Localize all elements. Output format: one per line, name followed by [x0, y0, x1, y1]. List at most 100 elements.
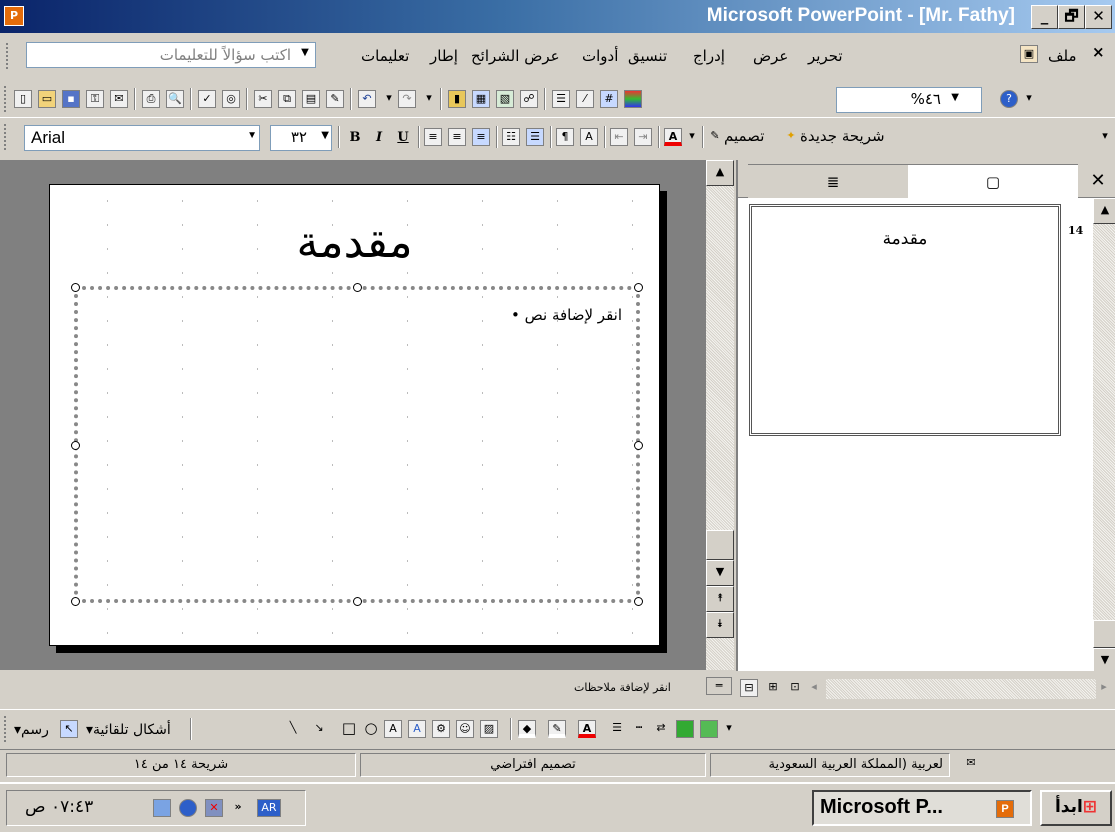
insert-hyperlink-icon[interactable]: ☍ — [520, 90, 538, 108]
numbering-icon[interactable]: ☷ — [502, 128, 520, 146]
cut-icon[interactable]: ✂ — [254, 90, 272, 108]
slide-title[interactable]: مقدمة — [50, 217, 659, 268]
rtl-direction-icon[interactable]: ¶ — [556, 128, 574, 146]
expand-all-icon[interactable]: ☰ — [552, 90, 570, 108]
slide-sorter-icon[interactable]: ⊞ — [764, 679, 782, 697]
chevron-right-icon[interactable]: » — [229, 799, 247, 817]
font-select[interactable]: Arial ▼ — [24, 125, 260, 151]
slide-thumbnail[interactable]: مقدمة — [749, 204, 1061, 436]
spelling-status-icon[interactable]: ✉ — [962, 755, 980, 773]
spelling-icon[interactable]: ✓ — [198, 90, 216, 108]
resize-handle[interactable] — [634, 441, 643, 450]
format-painter-icon[interactable]: ✎ — [326, 90, 344, 108]
resize-handle[interactable] — [71, 597, 80, 606]
wordart-icon[interactable]: A — [408, 720, 426, 738]
scroll-thumb[interactable] — [1093, 620, 1115, 648]
underline-button[interactable]: U — [392, 127, 414, 149]
slide-design-button[interactable]: تصميم — [724, 127, 764, 145]
chevron-down-icon[interactable]: ▼ — [951, 92, 959, 103]
help-icon[interactable]: ? — [1000, 90, 1018, 108]
resize-handle[interactable] — [353, 283, 362, 292]
minimize-button[interactable]: _ — [1031, 5, 1058, 29]
menu-format[interactable]: تنسيق — [628, 47, 667, 65]
resize-handle[interactable] — [353, 597, 362, 606]
menu-help[interactable]: تعليمات — [361, 47, 409, 65]
new-icon[interactable]: ▯ — [14, 90, 32, 108]
paste-icon[interactable]: ▤ — [302, 90, 320, 108]
toolbar-grip[interactable] — [4, 86, 8, 112]
menu-view[interactable]: عرض — [753, 47, 788, 65]
permission-icon[interactable]: ⚿ — [86, 90, 104, 108]
network-icon[interactable] — [153, 799, 171, 817]
increase-indent-icon[interactable]: ⇥ — [634, 128, 652, 146]
chevron-down-icon[interactable]: ▼ — [321, 130, 329, 141]
scroll-right-button[interactable]: ▸ — [1096, 679, 1112, 697]
messenger-icon[interactable] — [179, 799, 197, 817]
normal-view-icon[interactable]: ⊟ — [740, 679, 758, 697]
notes-placeholder[interactable]: انقر لإضافة ملاحظات — [574, 681, 671, 694]
insert-table-icon[interactable]: ▦ — [472, 90, 490, 108]
menu-file[interactable]: ملف — [1048, 47, 1077, 65]
menu-edit[interactable]: تحرير — [808, 47, 843, 65]
zoom-select[interactable]: %٤٦ ▼ — [836, 87, 982, 113]
fill-color-icon[interactable]: ◆ — [518, 720, 536, 738]
diagram-icon[interactable]: ⚙ — [432, 720, 450, 738]
line-style-icon[interactable]: ☰ — [608, 720, 626, 738]
content-placeholder[interactable]: • انقر لإضافة نص — [71, 283, 643, 606]
increase-font-icon[interactable]: A — [580, 128, 598, 146]
draw-menu[interactable]: ▾رسم — [14, 722, 49, 738]
line-icon[interactable]: ╲ — [284, 720, 302, 738]
font-size-select[interactable]: ٣٢ ▼ — [270, 125, 332, 151]
3d-style-icon[interactable] — [700, 720, 718, 738]
clipart-icon[interactable]: ☺ — [456, 720, 474, 738]
tab-slides[interactable]: ▢ — [908, 164, 1078, 198]
scroll-up-button[interactable]: ▲ — [1093, 198, 1115, 224]
new-slide-button[interactable]: شريحة جديدة — [800, 127, 885, 145]
align-left-icon[interactable]: ≡ — [424, 128, 442, 146]
arrow-style-icon[interactable]: ⇄ — [652, 720, 670, 738]
chevron-down-icon[interactable]: ▾ — [686, 128, 698, 146]
body-text-placeholder[interactable]: • انقر لإضافة نص — [511, 306, 622, 324]
slide-canvas[interactable]: مقدمة • انقر لإضافة نص — [49, 184, 660, 646]
print-preview-icon[interactable]: 🔍 — [166, 90, 184, 108]
close-document-button[interactable]: × — [1092, 43, 1105, 61]
line-color-icon[interactable]: ✎ — [548, 720, 566, 738]
shadow-style-icon[interactable] — [676, 720, 694, 738]
close-pane-button[interactable]: ✕ — [1083, 164, 1113, 198]
horizontal-scrollbar[interactable] — [826, 679, 1096, 699]
previous-slide-button[interactable]: ⯭ — [706, 586, 734, 612]
menu-window[interactable]: إطار — [430, 47, 458, 65]
font-color-icon[interactable]: A — [664, 128, 682, 146]
slide-vertical-scrollbar[interactable]: ▲ ▼ ⯭ ⯯ — [706, 160, 734, 670]
tables-borders-icon[interactable]: ▧ — [496, 90, 514, 108]
color-grayscale-icon[interactable] — [624, 90, 642, 108]
save-icon[interactable]: ▪ — [62, 90, 80, 108]
toolbar-options-icon[interactable]: ▾ — [1024, 90, 1034, 108]
slideshow-icon[interactable]: ⊡ — [786, 679, 804, 697]
autoshapes-menu[interactable]: ▾أشكال تلقائية — [86, 722, 171, 738]
oval-icon[interactable]: ○ — [362, 720, 380, 738]
redo-icon[interactable]: ↷ — [398, 90, 416, 108]
ask-question-input[interactable]: اكتب سؤالاً للتعليمات ▼ — [26, 42, 316, 68]
rectangle-icon[interactable]: □ — [340, 720, 358, 738]
bold-button[interactable]: B — [344, 127, 366, 149]
taskbar-powerpoint-button[interactable]: Microsoft P... P — [812, 790, 1032, 826]
scroll-thumb[interactable] — [706, 530, 734, 560]
network-disconnected-icon[interactable]: ✕ — [205, 799, 223, 817]
resize-handle[interactable] — [634, 597, 643, 606]
scroll-up-button[interactable]: ▲ — [706, 160, 734, 186]
decrease-indent-icon[interactable]: ⇤ — [610, 128, 628, 146]
resize-handle[interactable] — [634, 283, 643, 292]
toolbar-options-icon[interactable]: ▾ — [724, 720, 734, 738]
chevron-down-icon[interactable]: ▾ — [382, 90, 396, 108]
arrow-icon[interactable]: ↘ — [310, 720, 328, 738]
scroll-left-button[interactable]: ◂ — [806, 679, 822, 697]
toolbar-options-icon[interactable]: ▾ — [1100, 128, 1110, 146]
menu-insert[interactable]: إدراج — [693, 47, 725, 65]
toolbar-grip[interactable] — [6, 43, 10, 69]
show-formatting-icon[interactable]: ⁄ — [576, 90, 594, 108]
show-grid-icon[interactable]: # — [600, 90, 618, 108]
scroll-down-button[interactable]: ▼ — [706, 560, 734, 586]
email-icon[interactable]: ✉ — [110, 90, 128, 108]
start-button[interactable]: ابدأ⊞ — [1040, 790, 1112, 826]
